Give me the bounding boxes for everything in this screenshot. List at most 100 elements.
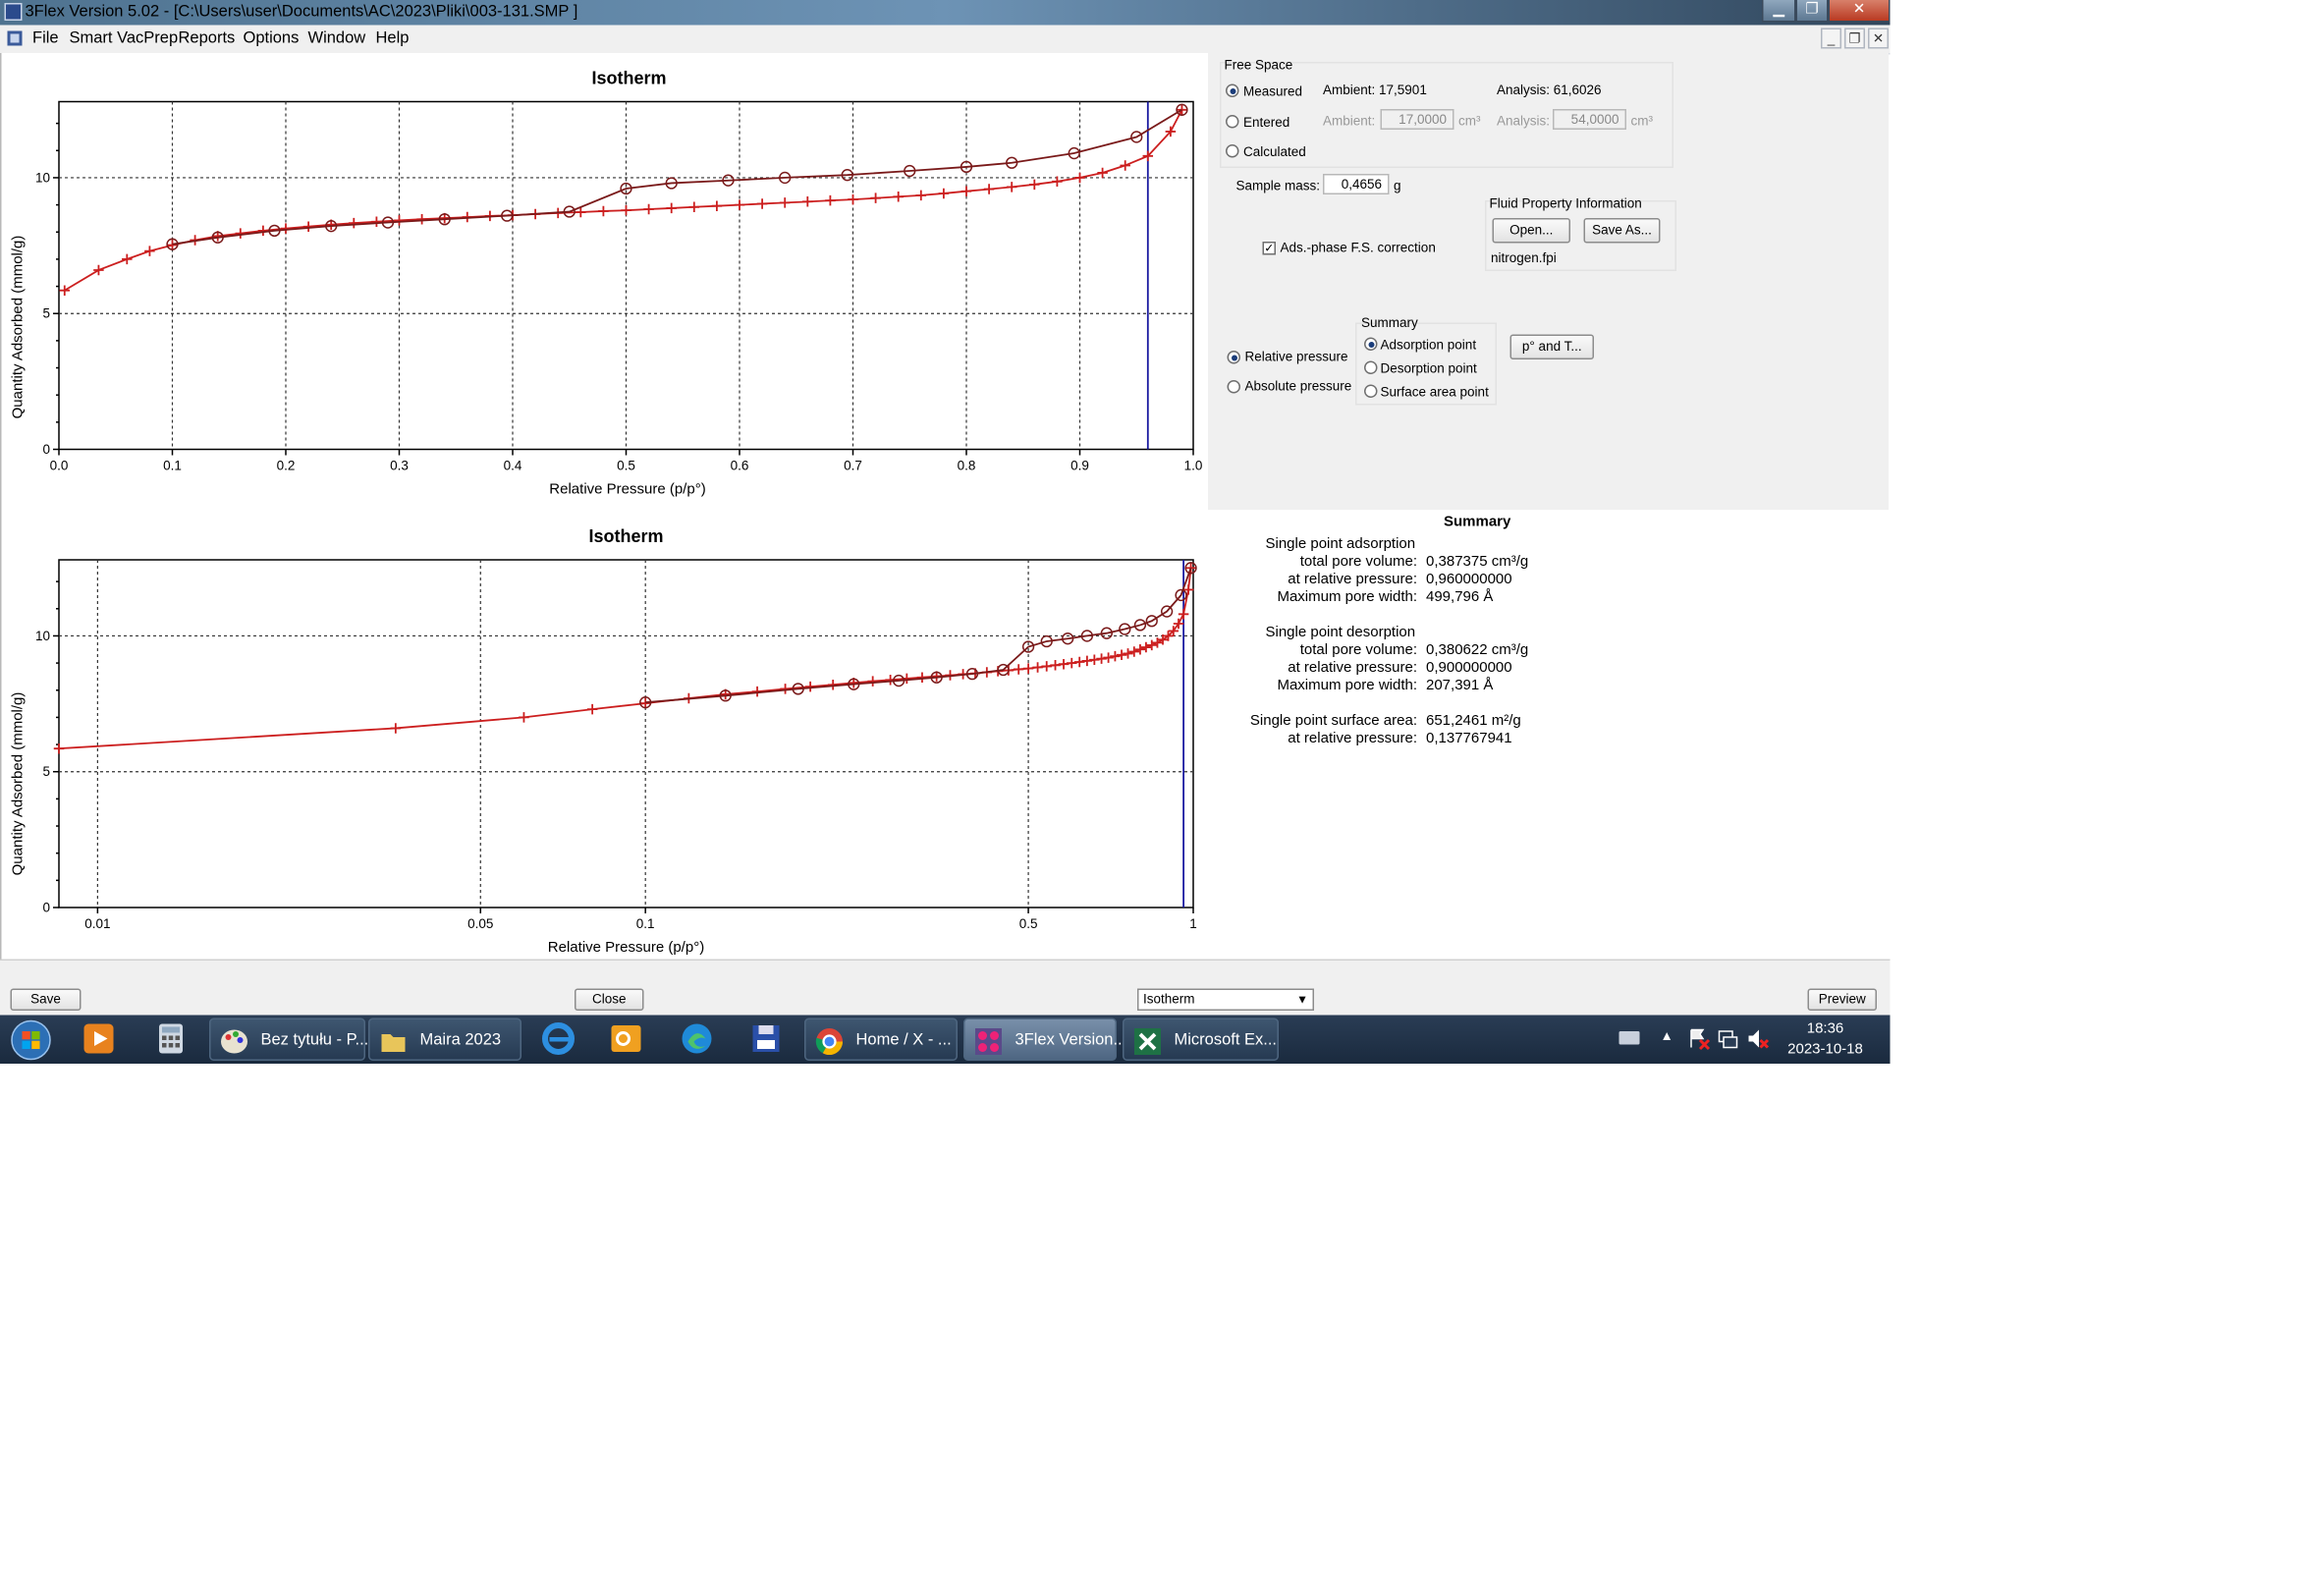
summary-title: Summary [1444,514,1511,531]
settings-panel: Free Space Measured Ambient: 17,5901 Ana… [1208,53,1889,510]
calculated-label: Calculated [1243,144,1306,159]
x-tick-label: 0.9 [1070,459,1089,473]
p0-and-t-button[interactable]: p° and T... [1509,334,1594,359]
keyboard-icon[interactable] [1618,1025,1641,1049]
calculated-radio[interactable] [1226,144,1239,158]
ads-relative-pressure-label: at relative pressure: [1288,572,1417,588]
isotherm-linear-chart[interactable]: Isotherm Relative Pressure (p/p°) Quanti… [2,53,1210,510]
taskbar-item-3flex[interactable]: 3Flex Version... [963,1018,1126,1061]
fluid-save-as-button[interactable]: Save As... [1583,218,1661,244]
absolute-pressure-radio[interactable] [1227,380,1240,394]
report-type-select[interactable]: Isotherm ▼ [1137,988,1314,1011]
relative-pressure-radio[interactable] [1227,351,1240,364]
surface-area-point-radio[interactable] [1364,384,1378,398]
des-total-pore-volume-value: 0,380622 cm³/g [1426,642,1529,659]
ambient-field[interactable]: 17,0000 [1380,109,1454,130]
analysis-field[interactable]: 54,0000 [1553,109,1626,130]
adsorption-point-label: Adsorption point [1380,337,1477,353]
fluid-open-button[interactable]: Open... [1492,218,1570,244]
show-hidden-icons-icon[interactable]: ▲ [1661,1028,1673,1043]
des-header: Single point desorption [1265,625,1416,641]
app-window: 3Flex Version 5.02 - [C:\Users\user\Docu… [0,0,2304,1596]
window-title: 3Flex Version 5.02 - [C:\Users\user\Docu… [25,3,578,21]
y-tick-label: 0 [42,901,50,915]
mdi-minimize-button[interactable]: _ [1821,28,1841,49]
menu-file[interactable]: File [32,29,59,47]
isotherm-log-chart[interactable]: Isotherm Relative Pressure (p/p°) Quanti… [2,510,1210,960]
network-icon[interactable] [1717,1027,1740,1051]
internet-explorer-icon[interactable] [541,1021,576,1057]
taskbar-item-excel[interactable]: Microsoft Ex... [1123,1018,1279,1061]
entered-radio[interactable] [1226,115,1239,129]
ads-total-pore-volume-value: 0,387375 cm³/g [1426,554,1529,571]
x-tick-label: 0.3 [390,459,409,473]
app-icon [4,3,23,21]
media-player-icon[interactable] [82,1021,117,1057]
menu-reports[interactable]: Reports [179,29,236,47]
taskbar-label: Bez tytułu - P... [260,1031,369,1049]
measured-radio[interactable] [1226,83,1239,97]
close-window-button[interactable]: ✕ [1828,0,1891,23]
save-disk-icon[interactable] [748,1021,784,1057]
x-tick-label: 0.01 [84,916,110,931]
ads-total-pore-volume-label: total pore volume: [1299,554,1417,571]
clock-date[interactable]: 2023-10-18 [1782,1042,1870,1059]
x-axis-label: Relative Pressure (p/p°) [548,939,704,956]
surface-area-rp-label: at relative pressure: [1288,731,1417,747]
maximize-button[interactable]: ❐ [1795,0,1829,23]
fluid-file-name: nitrogen.fpi [1491,250,1557,265]
save-button[interactable]: Save [10,988,82,1011]
ads-phase-checkbox[interactable]: ✓ [1262,242,1276,255]
mdi-close-button[interactable]: ✕ [1868,28,1889,49]
free-space-label: Free Space [1224,57,1293,73]
des-total-pore-volume-label: total pore volume: [1299,642,1417,659]
x-tick-label: 0.2 [277,459,296,473]
adsorption-point-radio[interactable] [1364,337,1378,351]
y-tick-label: 0 [42,442,50,457]
sample-mass-unit: g [1394,178,1401,193]
close-button[interactable]: Close [575,988,644,1011]
minimize-button[interactable]: ▁ [1762,0,1796,23]
entered-label: Entered [1243,115,1290,130]
x-tick-label: 0.5 [1019,916,1038,931]
ads-max-pore-width-value: 499,796 Å [1426,589,1494,606]
preview-button[interactable]: Preview [1807,988,1877,1011]
analysis-unit: cm³ [1630,113,1654,129]
ads-phase-label: Ads.-phase F.S. correction [1280,240,1436,255]
action-center-icon[interactable] [1687,1027,1711,1051]
des-relative-pressure-value: 0,900000000 [1426,660,1512,677]
y-tick-label: 10 [35,170,50,185]
menu-smart-vacprep[interactable]: Smart VacPrep [70,29,179,47]
plot-frame [58,559,1194,908]
fluid-property-label: Fluid Property Information [1489,195,1642,211]
x-tick-label: 0.7 [844,459,862,473]
desorption-point-label: Desorption point [1380,360,1477,376]
volume-muted-icon[interactable] [1746,1027,1770,1051]
taskbar-item-chrome[interactable]: Home / X - ... [804,1018,958,1061]
measured-label: Measured [1243,83,1303,99]
x-tick-label: 0.4 [504,459,522,473]
x-axis-label: Relative Pressure (p/p°) [549,481,705,498]
folder-icon [381,1034,406,1052]
calculator-icon[interactable] [153,1021,189,1057]
y-tick-label: 5 [42,764,50,779]
menu-bar: File Smart VacPrep Reports Options Windo… [0,25,1891,55]
edge-icon[interactable] [680,1021,715,1057]
ads-max-pore-width-label: Maximum pore width: [1277,589,1417,606]
menu-window[interactable]: Window [308,29,366,47]
outlook-icon[interactable] [609,1021,644,1057]
menu-options[interactable]: Options [244,29,300,47]
graph-area: Isotherm Relative Pressure (p/p°) Quanti… [0,53,1210,960]
taskbar-item-folder[interactable]: Maira 2023 [368,1018,521,1061]
taskbar-item-paint[interactable]: Bez tytułu - P... [209,1018,368,1061]
document-icon[interactable] [6,29,24,47]
sample-mass-field[interactable]: 0,4656 [1323,174,1390,194]
desorption-point-radio[interactable] [1364,360,1378,374]
start-button-icon[interactable] [9,1019,53,1061]
x-tick-label: 0.6 [731,459,749,473]
menu-help[interactable]: Help [376,29,410,47]
clock-time[interactable]: 18:36 [1782,1021,1870,1038]
chart-title: Isotherm [588,526,663,546]
chart-title: Isotherm [591,69,666,88]
mdi-restore-button[interactable]: ❐ [1844,28,1865,49]
